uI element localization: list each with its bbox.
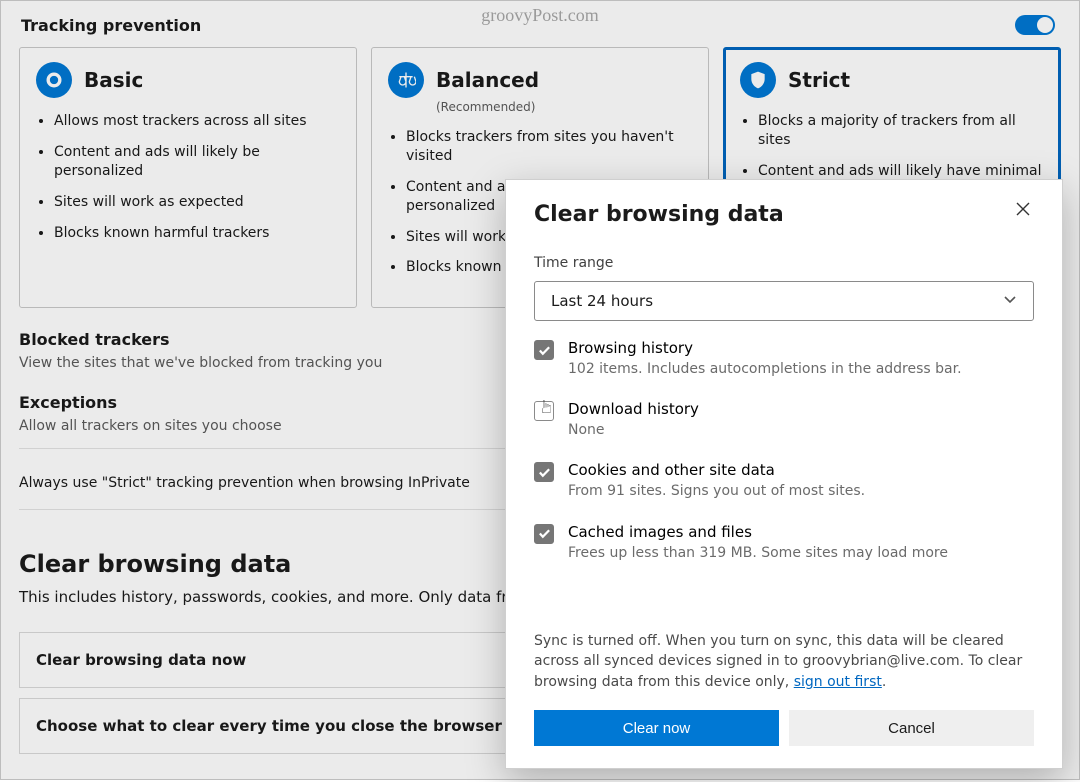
close-icon[interactable] [1016,202,1034,220]
sync-note: Sync is turned off. When you turn on syn… [534,631,1034,692]
balanced-bullet: Blocks trackers from sites you haven't v… [406,128,692,166]
card-balanced-sub: (Recommended) [436,100,692,114]
card-basic[interactable]: Basic Allows most trackers across all si… [19,47,357,308]
clear-browsing-data-dialog: Clear browsing data Time range Last 24 h… [505,179,1063,769]
tracking-prevention-heading: Tracking prevention [21,16,201,35]
sign-out-link[interactable]: sign out first [794,674,882,690]
strict-bullet: Blocks a majority of trackers from all s… [758,112,1044,150]
cancel-button[interactable]: Cancel [789,710,1034,746]
basic-bullet: Content and ads will likely be personali… [54,143,340,181]
strict-icon [740,62,776,98]
checkbox-browsing-history[interactable] [534,340,554,360]
card-strict-title: Strict [788,68,850,92]
chevron-down-icon [1003,292,1017,310]
basic-bullet: Blocks known harmful trackers [54,224,340,243]
checkbox-desc: 102 items. Includes autocompletions in t… [568,360,962,378]
checkbox-label: Browsing history [568,339,962,357]
card-balanced-title: Balanced [436,68,539,92]
tracking-prevention-toggle[interactable] [1015,15,1055,35]
time-range-select[interactable]: Last 24 hours [534,281,1034,321]
basic-bullet: Sites will work as expected [54,193,340,212]
checkbox-cached[interactable] [534,524,554,544]
time-range-label: Time range [534,255,1034,271]
time-range-value: Last 24 hours [551,292,653,310]
card-basic-title: Basic [84,68,143,92]
basic-bullet: Allows most trackers across all sites [54,112,340,131]
checkbox-desc: None [568,421,699,439]
checkbox-desc: Frees up less than 319 MB. Some sites ma… [568,544,948,562]
checkbox-download-history[interactable] [534,401,554,421]
checkbox-label: Cookies and other site data [568,461,865,479]
basic-icon [36,62,72,98]
data-type-list: Browsing history 102 items. Includes aut… [534,339,1034,629]
checkbox-label: Download history [568,400,699,418]
dialog-title: Clear browsing data [534,202,784,227]
checkbox-label: Cached images and files [568,523,948,541]
clear-now-button[interactable]: Clear now [534,710,779,746]
checkbox-cookies[interactable] [534,462,554,482]
checkbox-desc: From 91 sites. Signs you out of most sit… [568,482,865,500]
balanced-icon [388,62,424,98]
